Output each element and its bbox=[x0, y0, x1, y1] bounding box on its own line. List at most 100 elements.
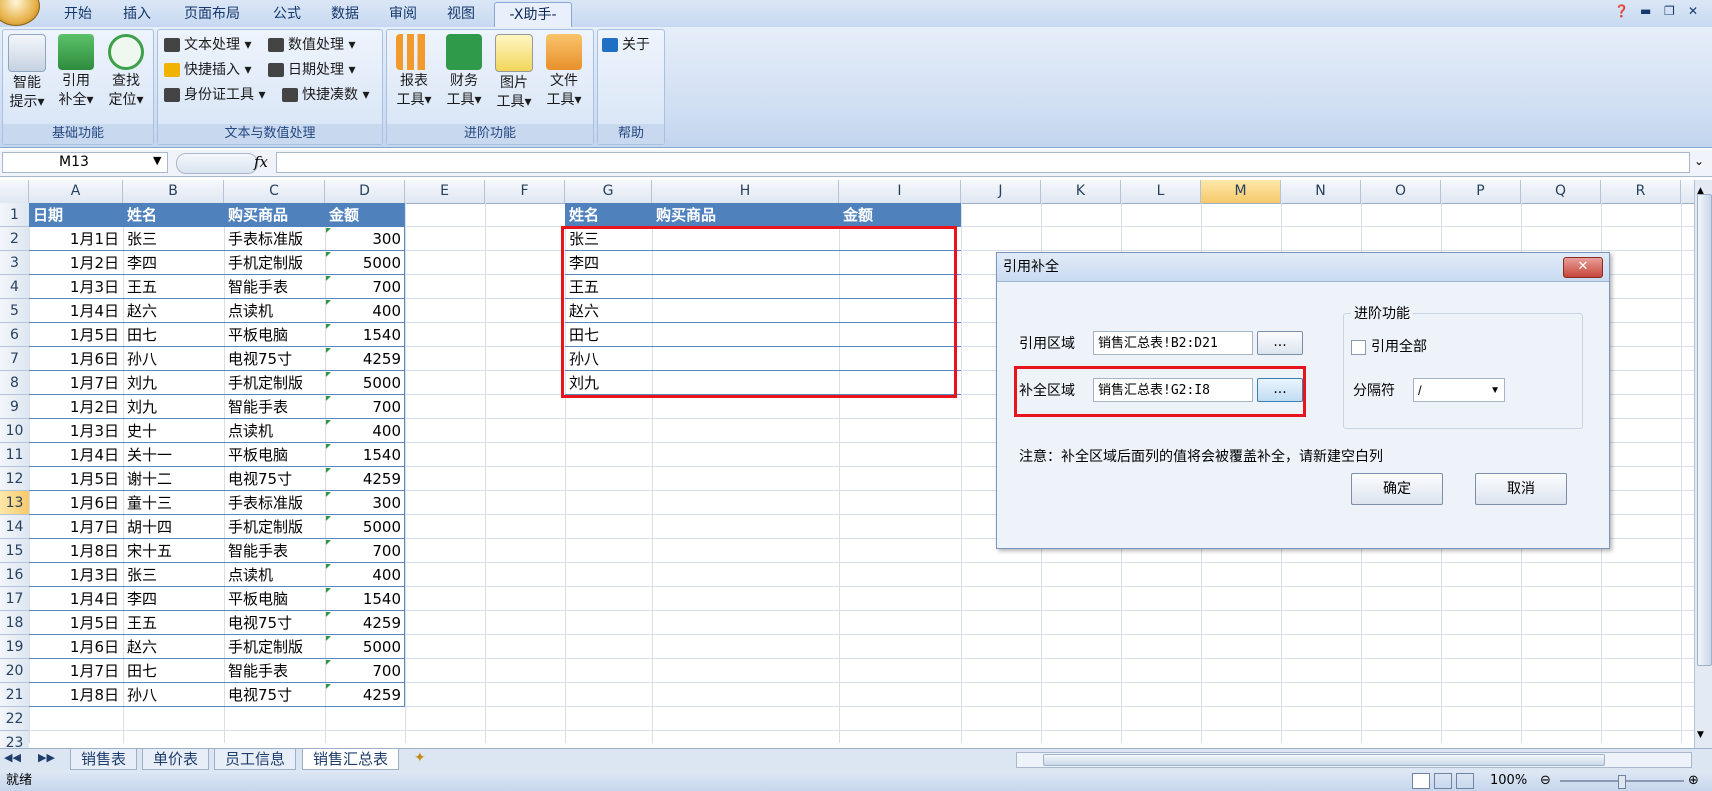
vertical-scroll-thumb[interactable] bbox=[1697, 194, 1712, 666]
table1-cell[interactable]: 田七 bbox=[123, 659, 224, 683]
col-header-b[interactable]: B bbox=[123, 180, 224, 203]
table1-cell[interactable]: 1月6日 bbox=[29, 347, 123, 371]
table1-cell[interactable]: 1月3日 bbox=[29, 563, 123, 587]
zoom-slider-handle[interactable] bbox=[1618, 775, 1626, 789]
name-box[interactable]: M13 ▼ bbox=[2, 152, 168, 173]
table1-cell[interactable]: 智能手表 bbox=[224, 395, 325, 419]
table1-cell[interactable]: 300 bbox=[325, 227, 405, 251]
table1-cell[interactable]: 1月2日 bbox=[29, 251, 123, 275]
quick-insert-button[interactable]: 快捷插入 ▾ bbox=[164, 59, 251, 81]
col-header-p[interactable]: P bbox=[1441, 180, 1521, 203]
ref-area-browse-button[interactable]: ... bbox=[1257, 331, 1303, 355]
finance-tool-button[interactable]: 财务 工具▾ bbox=[441, 34, 487, 110]
table1-cell[interactable]: 4259 bbox=[325, 611, 405, 635]
table1-cell[interactable]: 1月5日 bbox=[29, 611, 123, 635]
table1-cell[interactable]: 手机定制版 bbox=[224, 251, 325, 275]
col-header-n[interactable]: N bbox=[1281, 180, 1361, 203]
tab-x-helper[interactable]: -X助手- bbox=[494, 2, 572, 28]
smart-hint-button[interactable]: 智能 提示▾ bbox=[5, 34, 49, 112]
sheet-tab-staff[interactable]: 员工信息 bbox=[214, 749, 297, 770]
table1-cell[interactable]: 1月4日 bbox=[29, 299, 123, 323]
office-button-icon[interactable] bbox=[0, 0, 40, 26]
table1-header-cell[interactable]: 金额 bbox=[325, 203, 405, 227]
tab-home[interactable]: 开始 bbox=[48, 2, 108, 27]
new-sheet-icon[interactable]: ✦ bbox=[414, 750, 426, 766]
table1-cell[interactable]: 5000 bbox=[325, 251, 405, 275]
table1-cell[interactable]: 宋十五 bbox=[123, 539, 224, 563]
table1-cell[interactable]: 平板电脑 bbox=[224, 323, 325, 347]
table1-cell[interactable]: 400 bbox=[325, 299, 405, 323]
table2-header-cell[interactable]: 金额 bbox=[839, 203, 961, 227]
table1-cell[interactable]: 5000 bbox=[325, 515, 405, 539]
row-header[interactable]: 6 bbox=[0, 323, 29, 347]
tab-insert[interactable]: 插入 bbox=[108, 2, 166, 27]
sheet-tab-price[interactable]: 单价表 bbox=[142, 749, 210, 770]
horizontal-scrollbar[interactable] bbox=[1016, 752, 1692, 768]
sheet-tab-sales[interactable]: 销售表 bbox=[70, 749, 138, 770]
row-header[interactable]: 4 bbox=[0, 275, 29, 299]
help-icon[interactable]: ❓ bbox=[1614, 4, 1629, 18]
table1-cell[interactable]: 平板电脑 bbox=[224, 587, 325, 611]
table1-cell[interactable]: 1月4日 bbox=[29, 443, 123, 467]
table1-cell[interactable]: 手机定制版 bbox=[224, 371, 325, 395]
col-header-d[interactable]: D bbox=[325, 180, 405, 203]
row-header[interactable]: 10 bbox=[0, 419, 29, 443]
formula-input[interactable] bbox=[276, 152, 1690, 173]
col-header-m[interactable]: M bbox=[1201, 180, 1281, 203]
scroll-down-icon[interactable]: ▼ bbox=[1697, 730, 1704, 740]
col-header-j[interactable]: J bbox=[961, 180, 1041, 203]
table1-cell[interactable]: 1月6日 bbox=[29, 635, 123, 659]
normal-view-icon[interactable] bbox=[1412, 773, 1430, 789]
table1-cell[interactable]: 1月5日 bbox=[29, 323, 123, 347]
report-tool-button[interactable]: 报表 工具▾ bbox=[391, 34, 437, 110]
tab-data[interactable]: 数据 bbox=[316, 2, 374, 27]
tab-review[interactable]: 审阅 bbox=[374, 2, 432, 27]
table1-cell[interactable]: 1月3日 bbox=[29, 275, 123, 299]
col-header-i[interactable]: I bbox=[839, 180, 961, 203]
row-header[interactable]: 11 bbox=[0, 443, 29, 467]
table1-cell[interactable]: 智能手表 bbox=[224, 659, 325, 683]
table1-cell[interactable]: 李四 bbox=[123, 587, 224, 611]
table1-cell[interactable]: 5000 bbox=[325, 635, 405, 659]
row-header[interactable]: 2 bbox=[0, 227, 29, 251]
table1-cell[interactable]: 700 bbox=[325, 275, 405, 299]
table1-cell[interactable]: 点读机 bbox=[224, 419, 325, 443]
zoom-slider[interactable] bbox=[1560, 775, 1684, 789]
expand-formula-icon[interactable]: ⌄ bbox=[1694, 154, 1704, 168]
row-header[interactable]: 21 bbox=[0, 683, 29, 707]
table1-cell[interactable]: 700 bbox=[325, 395, 405, 419]
ref-fill-button[interactable]: 引用 补全▾ bbox=[53, 34, 99, 110]
zoom-out-icon[interactable]: ⊖ bbox=[1540, 770, 1551, 791]
find-locate-button[interactable]: 查找 定位▾ bbox=[103, 34, 149, 110]
row-header[interactable]: 22 bbox=[0, 707, 29, 731]
sheet-nav-last-icon[interactable]: ▶▶ bbox=[38, 751, 55, 764]
table1-cell[interactable]: 电视75寸 bbox=[224, 347, 325, 371]
row-header[interactable]: 19 bbox=[0, 635, 29, 659]
table1-cell[interactable]: 电视75寸 bbox=[224, 611, 325, 635]
table1-cell[interactable]: 胡十四 bbox=[123, 515, 224, 539]
col-header-r[interactable]: R bbox=[1601, 180, 1681, 203]
col-header-c[interactable]: C bbox=[224, 180, 325, 203]
table1-cell[interactable]: 王五 bbox=[123, 275, 224, 299]
table2-header-cell[interactable]: 购买商品 bbox=[652, 203, 839, 227]
ref-area-input[interactable]: 销售汇总表!B2:D21 bbox=[1093, 331, 1253, 355]
col-header-o[interactable]: O bbox=[1361, 180, 1441, 203]
quick-sum-button[interactable]: 快捷凑数 ▾ bbox=[282, 84, 369, 106]
table1-cell[interactable]: 史十 bbox=[123, 419, 224, 443]
table1-cell[interactable]: 田七 bbox=[123, 323, 224, 347]
table1-cell[interactable]: 电视75寸 bbox=[224, 683, 325, 707]
row-header[interactable]: 8 bbox=[0, 371, 29, 395]
row-header[interactable]: 12 bbox=[0, 467, 29, 491]
zoom-level[interactable]: 100% bbox=[1490, 770, 1527, 791]
table1-cell[interactable]: 1月7日 bbox=[29, 515, 123, 539]
col-header-a[interactable]: A bbox=[29, 180, 123, 203]
table1-cell[interactable]: 王五 bbox=[123, 611, 224, 635]
table1-cell[interactable]: 电视75寸 bbox=[224, 467, 325, 491]
table1-header-cell[interactable]: 姓名 bbox=[123, 203, 224, 227]
table1-cell[interactable]: 4259 bbox=[325, 467, 405, 491]
col-header-g[interactable]: G bbox=[565, 180, 652, 203]
table1-cell[interactable]: 张三 bbox=[123, 563, 224, 587]
table1-cell[interactable]: 赵六 bbox=[123, 635, 224, 659]
sheet-nav-first-icon[interactable]: ◀◀ bbox=[4, 751, 21, 764]
fx-icon[interactable]: fx bbox=[254, 153, 268, 171]
